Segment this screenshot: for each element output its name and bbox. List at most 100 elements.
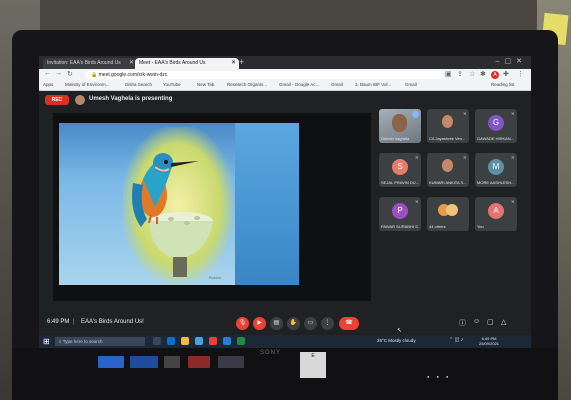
camera-off-button[interactable]: ▶ bbox=[253, 317, 266, 330]
participant-tile[interactable]: G ⨯ GAWADE HIRKAN... bbox=[475, 109, 517, 143]
mic-off-icon: ⨯ bbox=[510, 155, 515, 161]
participant-name: GAWADE HIRKAN... bbox=[477, 136, 515, 141]
meet-call: REC Umesh Vaghela is presenting Bubble U… bbox=[39, 91, 531, 313]
participant-name: MORE AASHLESH... bbox=[477, 180, 515, 185]
bookmark-item[interactable]: Gmail - Google Ac... bbox=[279, 82, 319, 87]
taskbar-search[interactable]: ⌕ Type here to search bbox=[55, 337, 145, 346]
excel-icon[interactable] bbox=[237, 337, 245, 345]
bookmark-item[interactable]: Apps bbox=[43, 82, 53, 87]
new-tab-icon[interactable]: + bbox=[239, 57, 244, 67]
mic-off-button[interactable]: 🎙 bbox=[236, 317, 249, 330]
participant-video bbox=[392, 114, 407, 132]
bookmarks-bar: Apps Ministry of Environm... Disha Searc… bbox=[39, 81, 531, 91]
bookmark-item[interactable]: YouTube bbox=[163, 82, 181, 87]
laptop-screen: Invitation: EAA's Birds Around Us ✕ Meet… bbox=[39, 56, 531, 348]
mic-off-icon: ⨯ bbox=[510, 111, 515, 117]
present-button[interactable]: ▭ bbox=[304, 317, 317, 330]
back-icon[interactable]: ← bbox=[44, 70, 51, 77]
energy-label: E bbox=[300, 352, 326, 378]
hdmi-sticker bbox=[164, 356, 180, 368]
participant-photo bbox=[442, 159, 453, 172]
tab-label: Invitation: EAA's Birds Around Us bbox=[47, 60, 121, 66]
others-tile[interactable]: 44 others bbox=[427, 197, 469, 231]
star-icon[interactable]: ☆ bbox=[469, 70, 475, 78]
screen-share: Bubble bbox=[53, 113, 371, 301]
share-icon[interactable]: ⇪ bbox=[457, 70, 463, 78]
participant-tile[interactable]: ⨯ CA Jayashree Ven... bbox=[427, 109, 469, 143]
task-view-icon[interactable] bbox=[153, 337, 161, 345]
close-icon[interactable]: ✕ bbox=[231, 58, 236, 69]
participant-name: PAWAR SURABHI S... bbox=[381, 224, 419, 229]
participant-avatar: P bbox=[392, 203, 408, 219]
participant-avatar: A bbox=[488, 203, 504, 219]
others-count: 44 others bbox=[429, 224, 446, 229]
presenting-label: Umesh Vaghela is presenting bbox=[89, 96, 173, 102]
people-icon[interactable]: ☺ bbox=[473, 318, 480, 325]
bookmark-item[interactable]: New Tab bbox=[197, 82, 214, 87]
mouse-cursor-icon: ↖ bbox=[397, 328, 403, 334]
slide-credit: Bubble bbox=[209, 275, 222, 280]
chat-icon[interactable]: ▢ bbox=[487, 318, 494, 326]
participant-name: KUMARI ANKITA S... bbox=[429, 180, 467, 185]
mic-off-icon: ⨯ bbox=[462, 111, 467, 117]
speaking-icon bbox=[412, 111, 419, 118]
end-call-button[interactable]: ☎ bbox=[339, 317, 359, 330]
more-options-button[interactable]: ⋮ bbox=[321, 317, 334, 330]
close-icon[interactable]: ✕ bbox=[129, 58, 134, 69]
kingfisher-image bbox=[132, 153, 213, 277]
bookmark-item[interactable]: Gmail bbox=[331, 82, 343, 87]
reload-icon[interactable]: ↻ bbox=[67, 70, 73, 78]
presentation-slide: Bubble bbox=[59, 123, 299, 285]
bookmark-item[interactable]: Reading list bbox=[491, 82, 515, 87]
browser-toolbar: ← → ↻ 🔒 meet.google.com/xrk-wwin-dzc ▣ ⇪… bbox=[39, 69, 531, 81]
participant-tile[interactable]: S ⨯ SEJAL PRAVIN DU... bbox=[379, 153, 421, 187]
menu-icon[interactable]: ⋮ bbox=[517, 70, 524, 78]
participant-tile[interactable]: M ⨯ MORE AASHLESH... bbox=[475, 153, 517, 187]
windows-taskbar: ⊞ ⌕ Type here to search 26°C Mostly clou… bbox=[39, 335, 531, 348]
taskbar-clock[interactable]: 6:49 PM 25/09/2021 bbox=[479, 336, 499, 346]
laptop-brand-logo: SONY bbox=[260, 350, 282, 356]
bookmark-item[interactable]: Research Organis... bbox=[227, 82, 267, 87]
browser-tab-bar: Invitation: EAA's Birds Around Us ✕ Meet… bbox=[39, 56, 531, 69]
puzzle-icon[interactable]: ✚ bbox=[503, 70, 509, 78]
participant-tile[interactable]: P ⨯ PAWAR SURABHI S... bbox=[379, 197, 421, 231]
file-explorer-icon[interactable] bbox=[181, 337, 189, 345]
laptop: Invitation: EAA's Birds Around Us ✕ Meet… bbox=[12, 30, 558, 400]
edge-icon[interactable] bbox=[167, 337, 175, 345]
self-tile[interactable]: A ⨯ You bbox=[475, 197, 517, 231]
windows-sticker bbox=[98, 356, 124, 368]
participant-tile[interactable]: Umesh Vaghela bbox=[379, 109, 421, 143]
participant-avatar: S bbox=[392, 159, 408, 175]
profile-avatar[interactable]: A bbox=[491, 71, 499, 79]
meeting-time: 6:49 PM bbox=[47, 319, 70, 325]
participant-grid: Umesh Vaghela ⨯ CA Jayashree Ven... G ⨯ … bbox=[379, 109, 529, 305]
bookmark-item[interactable]: Disha Search bbox=[125, 82, 152, 87]
intel-sticker bbox=[130, 356, 158, 368]
camera-icon[interactable]: ▣ bbox=[445, 70, 452, 78]
extensions-icon[interactable]: ✱ bbox=[480, 70, 486, 78]
store-icon[interactable] bbox=[195, 337, 203, 345]
forward-icon[interactable]: → bbox=[55, 70, 62, 77]
participant-name: Umesh Vaghela bbox=[381, 136, 410, 141]
tab-invitation[interactable]: Invitation: EAA's Birds Around Us ✕ bbox=[43, 58, 137, 69]
bookmark-item[interactable]: Ministry of Environm... bbox=[65, 82, 110, 87]
bookmark-item[interactable]: 3. Baum IBF Vol... bbox=[355, 82, 391, 87]
tab-label: Meet - EAA's Birds Around Us bbox=[139, 60, 206, 66]
word-icon[interactable] bbox=[223, 337, 231, 345]
chrome-icon[interactable] bbox=[209, 337, 217, 345]
participant-tile[interactable]: ⨯ KUMARI ANKITA S... bbox=[427, 153, 469, 187]
captions-button[interactable]: ▤ bbox=[270, 317, 283, 330]
bookmark-item[interactable]: Gmail bbox=[405, 82, 417, 87]
tab-meet[interactable]: Meet - EAA's Birds Around Us ✕ bbox=[135, 58, 239, 69]
activities-icon[interactable]: △ bbox=[501, 318, 506, 326]
system-tray-icons[interactable]: ⌃ ◫ ♪ bbox=[449, 337, 463, 343]
weather-widget[interactable]: 26°C Mostly cloudy bbox=[377, 338, 416, 343]
participant-avatar: G bbox=[488, 115, 504, 131]
raise-hand-button[interactable]: ✋ bbox=[287, 317, 300, 330]
windows-start-icon[interactable]: ⊞ bbox=[43, 337, 50, 346]
laptop-bezel bbox=[12, 348, 558, 400]
info-icon[interactable]: ⓘ bbox=[459, 318, 466, 328]
participant-photo bbox=[442, 115, 453, 128]
window-controls[interactable]: –▢✕ bbox=[496, 57, 527, 65]
address-bar[interactable]: 🔒 meet.google.com/xrk-wwin-dzc bbox=[85, 71, 443, 79]
